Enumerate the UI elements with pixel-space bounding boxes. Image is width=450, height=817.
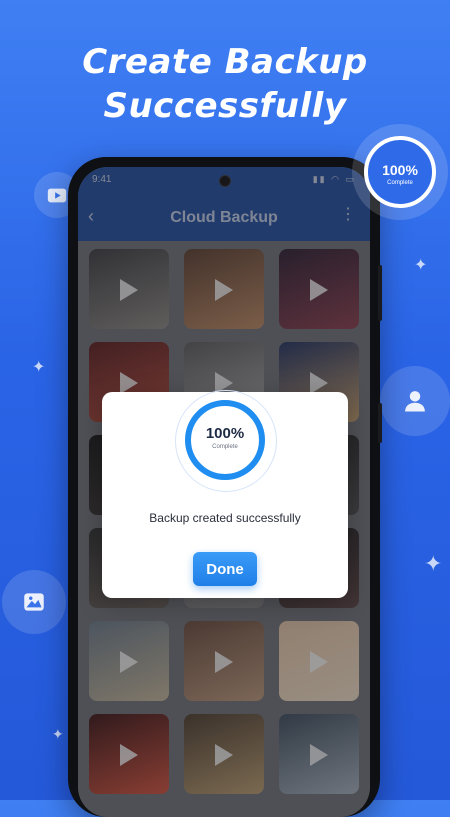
headline-line2: Successfully (103, 86, 347, 126)
dialog-progress-label: Complete (212, 444, 238, 450)
progress-ring: 100% Complete (183, 398, 267, 482)
success-message: Backup created successfully (149, 511, 301, 525)
sparkle-icon: ✦ (52, 726, 64, 742)
done-button[interactable]: Done (193, 552, 257, 586)
phone-volume-button (378, 265, 382, 321)
progress-badge: 100% Complete (352, 124, 448, 220)
badge-label: Complete (387, 180, 413, 186)
headline-line1: Create Backup (82, 42, 368, 82)
image-icon (24, 593, 44, 611)
badge-percent: 100% (382, 162, 418, 178)
backup-complete-dialog: 100% Complete Backup created successfull… (102, 390, 348, 598)
dialog-percent: 100% (205, 425, 245, 442)
sparkle-icon: ✦ (32, 359, 46, 376)
sparkle-icon: ✦ (424, 551, 443, 576)
user-icon (405, 391, 425, 412)
sparkle-icon: ✦ (414, 257, 428, 274)
gallery-bubble (2, 570, 66, 634)
contact-bubble (380, 366, 450, 436)
video-icon (47, 188, 67, 203)
progress-badge-ring: 100% Complete (364, 136, 436, 208)
phone-power-button (378, 403, 382, 443)
